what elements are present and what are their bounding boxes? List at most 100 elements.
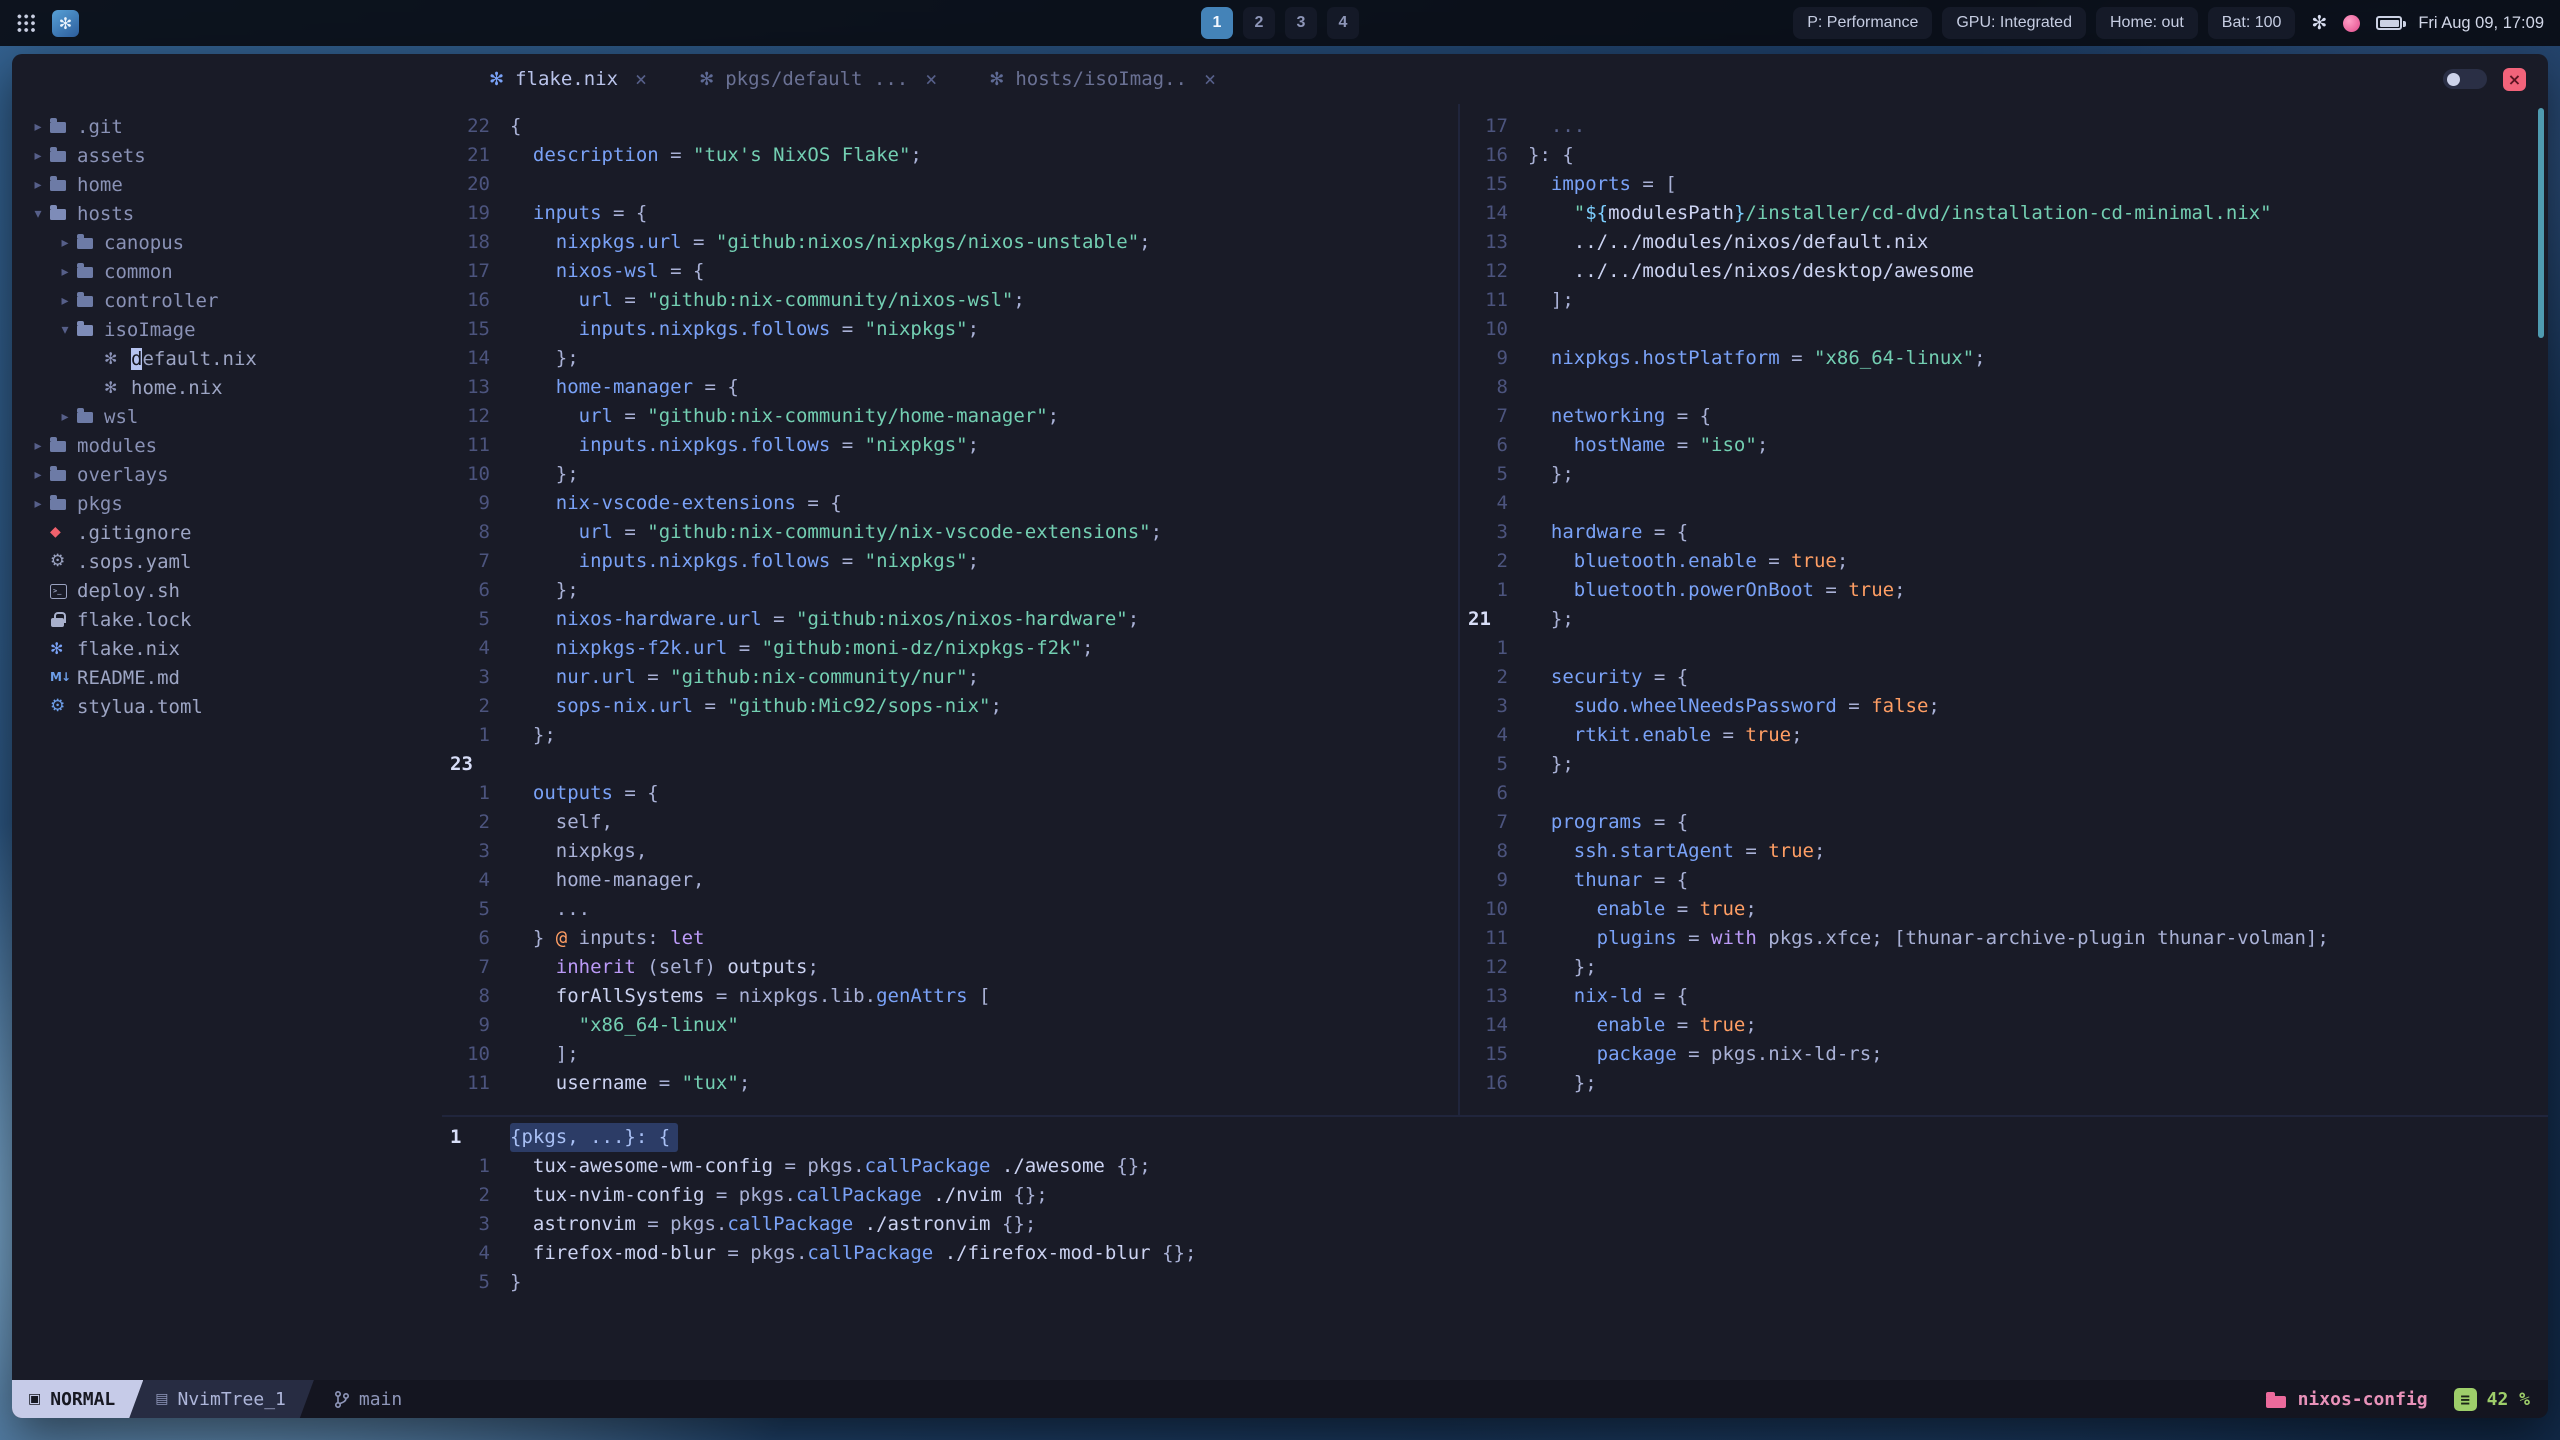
editor-left[interactable]: 22{21 description = "tux's NixOS Flake";… <box>442 104 1458 1115</box>
token: true <box>1745 724 1792 746</box>
token: /installer/cd-dvd/installation-cd-minima… <box>1745 202 2272 224</box>
tree-item-gitignore[interactable]: ◆ .gitignore <box>12 518 442 547</box>
token: ./firefox-mod-blur <box>944 1242 1151 1264</box>
line-number: 14 <box>1485 1014 1508 1036</box>
tree-label: .git <box>77 115 123 138</box>
editor-right[interactable]: 17 ... 16}: {15 imports = [14 "${modulesP… <box>1458 104 2548 1115</box>
editor-line: 5 nixos-hardware.url = "github:nixos/nix… <box>442 605 1458 634</box>
editor-line: 15 inputs.nixpkgs.follows = "nixpkgs"; <box>442 315 1458 344</box>
tree-item-flake-lock[interactable]: flake.lock <box>12 605 442 634</box>
tree-item-controller[interactable]: ▸ controller <box>12 286 442 315</box>
tree-item-home[interactable]: ▸ home <box>12 170 442 199</box>
tree-item-hosts[interactable]: ▾ hosts <box>12 199 442 228</box>
line-number: 3 <box>1496 695 1508 717</box>
workspace-button-1[interactable]: 1 <box>1201 7 1233 39</box>
editor-window: ✻ flake.nix × ✻ pkgs/default ... × ✻ hosts/isoI… <box>12 54 2548 1418</box>
scrollbar-thumb[interactable] <box>2538 108 2544 338</box>
tree-item-deploy-sh[interactable]: deploy.sh <box>12 576 442 605</box>
tree-item-assets[interactable]: ▸ assets <box>12 141 442 170</box>
editor-line: 15 imports = [ <box>1460 170 2548 199</box>
tree-item-isoimage[interactable]: ▾ isoImage <box>12 315 442 344</box>
token: ./awesome <box>1001 1155 1105 1177</box>
token: }; <box>1528 753 1574 775</box>
app-launcher-icon[interactable] <box>16 13 36 33</box>
token: url <box>510 521 613 543</box>
token: home-manager <box>510 376 694 398</box>
chevron-right-icon: ▸ <box>61 263 69 280</box>
folder-open-icon <box>50 199 77 228</box>
tab-pkgs-default[interactable]: ✻ pkgs/default ... × <box>677 54 959 104</box>
token: outputs <box>510 782 613 804</box>
token: username <box>510 1072 648 1094</box>
code-text: astronvim = pkgs.callPackage ./astronvim… <box>510 1210 1036 1239</box>
tree-label: home.nix <box>131 376 223 399</box>
tree-item-sops-yaml[interactable]: ⚙ .sops.yaml <box>12 547 442 576</box>
token: package <box>1528 1043 1677 1065</box>
statusline-left: ▣ NORMAL ▤ NvimTree_1 main <box>12 1380 402 1418</box>
app-logo-icon[interactable]: ✻ <box>52 9 79 37</box>
statusline: ▣ NORMAL ▤ NvimTree_1 main nixos-config ≡ … <box>12 1380 2548 1418</box>
token: = <box>1836 695 1872 717</box>
tree-item-modules[interactable]: ▸ modules <box>12 431 442 460</box>
editor-line: 20 <box>442 170 1458 199</box>
code-text: plugins = with pkgs.xfce; [thunar-archiv… <box>1528 924 2329 953</box>
tree-item-common[interactable]: ▸ common <box>12 257 442 286</box>
token: description <box>510 144 659 166</box>
tree-item-canopus[interactable]: ▸ canopus <box>12 228 442 257</box>
tree-label: default.nix <box>131 347 257 370</box>
folder-icon <box>77 257 104 286</box>
window-close-button[interactable]: × <box>2503 67 2526 91</box>
tree-item-flake-nix[interactable]: ✻ flake.nix <box>12 634 442 663</box>
editor-line: 9 "x86_64-linux" <box>442 1011 1458 1040</box>
workspace-button-4[interactable]: 4 <box>1327 7 1359 39</box>
editor-bottom[interactable]: 1 {pkgs, ...}: {1 tux-awesome-wm-config =… <box>442 1115 2548 1380</box>
tab-close-icon[interactable]: × <box>925 67 937 91</box>
tab-bar: ✻ flake.nix × ✻ pkgs/default ... × ✻ hosts/isoI… <box>12 54 1238 104</box>
nix-tray-icon[interactable]: ✻ <box>2311 12 2327 34</box>
scroll-lines-icon: ≡ <box>2453 1387 2477 1411</box>
editor-line: 9 thunar = { <box>1460 866 2548 895</box>
tree-item-default-nix[interactable]: ✻ default.nix <box>12 344 442 373</box>
code-text: sudo.wheelNeedsPassword = false; <box>1528 692 1940 721</box>
code-text: ../../modules/nixos/default.nix <box>1528 228 1929 257</box>
code-text: username = "tux"; <box>510 1069 751 1098</box>
token: = <box>693 695 728 717</box>
token: nixpkgs.url <box>510 231 682 253</box>
code-text: security = { <box>1528 663 1688 692</box>
workspace-button-3[interactable]: 3 <box>1285 7 1317 39</box>
scroll-percent: 42 % <box>2486 1388 2530 1410</box>
token: bluetooth.powerOnBoot <box>1528 579 1814 601</box>
tab-hosts-isoimag[interactable]: ✻ hosts/isoImag.. × <box>967 54 1238 104</box>
token: security <box>1528 666 1643 688</box>
tree-item-git[interactable]: ▸ .git <box>12 112 442 141</box>
line-number: 1 <box>1496 579 1508 601</box>
tab-flake-nix[interactable]: ✻ flake.nix × <box>467 54 669 104</box>
token: = <box>1813 579 1849 601</box>
editor-line: 1 }; <box>442 721 1458 750</box>
tree-item-readme-md[interactable]: M↓ README.md <box>12 663 442 692</box>
tray-app-icon[interactable] <box>2343 14 2361 32</box>
tree-item-overlays[interactable]: ▸ overlays <box>12 460 442 489</box>
tree-item-pkgs[interactable]: ▸ pkgs <box>12 489 442 518</box>
tab-close-icon[interactable]: × <box>1204 67 1216 91</box>
code-text: ssh.startAgent = true; <box>1528 837 1826 866</box>
tree-item-home-nix[interactable]: ✻ home.nix <box>12 373 442 402</box>
token: inputs <box>510 202 602 224</box>
buffer-label: NvimTree_1 <box>177 1388 286 1410</box>
token: }; <box>1528 1072 1597 1094</box>
token: = <box>681 231 716 253</box>
tree-item-wsl[interactable]: ▸ wsl <box>12 402 442 431</box>
window-toggle[interactable] <box>2443 69 2487 89</box>
workspace-button-2[interactable]: 2 <box>1243 7 1275 39</box>
tree-item-stylua-toml[interactable]: ⚙ stylua.toml <box>12 692 442 721</box>
tab-close-icon[interactable]: × <box>635 67 647 91</box>
chevron-down-icon: ▾ <box>34 205 42 222</box>
git-icon: ◆ <box>50 524 61 540</box>
line-number: 7 <box>478 956 490 978</box>
line-number: 5 <box>478 898 490 920</box>
code-text: {pkgs, ...}: { <box>510 1123 679 1152</box>
